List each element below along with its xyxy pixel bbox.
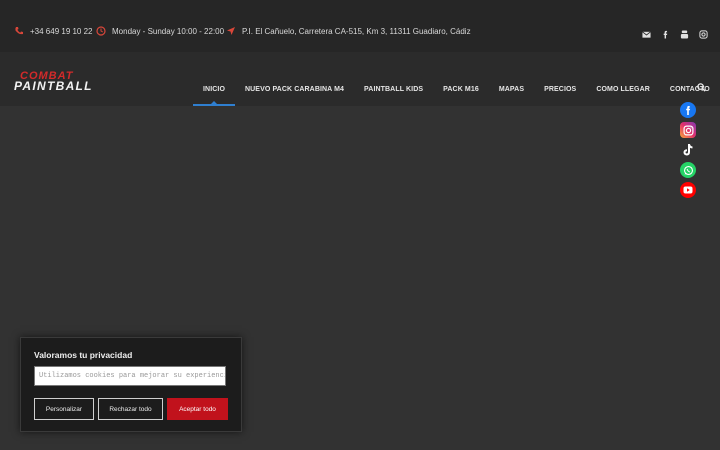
logo-text-bottom: PAINTBALL bbox=[14, 79, 93, 92]
hours-text: Monday - Sunday 10:00 - 22:00 bbox=[112, 26, 225, 36]
floating-social-bar bbox=[680, 102, 696, 198]
phone-icon bbox=[15, 27, 23, 35]
nav-item-paintball-kids[interactable]: PAINTBALL KIDS bbox=[354, 62, 433, 116]
cookie-message-field[interactable]: Utilizamos cookies para mejorar su exper… bbox=[34, 366, 226, 386]
customize-button[interactable]: Personalizar bbox=[34, 398, 94, 420]
facebook-icon[interactable] bbox=[680, 102, 696, 118]
hours-info: Monday - Sunday 10:00 - 22:00 bbox=[96, 26, 224, 36]
search-icon[interactable] bbox=[697, 83, 706, 92]
location-arrow-icon bbox=[227, 27, 235, 35]
top-bar: +34 649 19 10 22 Monday - Sunday 10:00 -… bbox=[0, 0, 720, 52]
address-text: P.I. El Cañuelo, Carretera CA-515, Km 3,… bbox=[242, 26, 471, 36]
youtube-icon[interactable] bbox=[680, 182, 696, 198]
facebook-icon[interactable] bbox=[661, 26, 670, 39]
accept-all-button[interactable]: Aceptar todo bbox=[167, 398, 228, 420]
nav-item-mapas[interactable]: MAPAS bbox=[489, 62, 534, 116]
cookie-title: Valoramos tu privacidad bbox=[34, 350, 133, 360]
phone-info[interactable]: +34 649 19 10 22 bbox=[14, 26, 93, 36]
site-logo[interactable]: COMBAT PAINTBALL bbox=[14, 68, 144, 92]
main-header: COMBAT PAINTBALL INICIO NUEVO PACK CARAB… bbox=[0, 52, 720, 106]
nav-item-como-llegar[interactable]: COMO LLEGAR bbox=[586, 62, 660, 116]
reject-all-button[interactable]: Rechazar todo bbox=[98, 398, 163, 420]
envelope-icon[interactable] bbox=[642, 26, 651, 38]
phone-text: +34 649 19 10 22 bbox=[30, 26, 93, 36]
nav-item-pack-carabina-m4[interactable]: NUEVO PACK CARABINA M4 bbox=[235, 62, 354, 116]
cookie-consent-dialog: Valoramos tu privacidad Utilizamos cooki… bbox=[20, 337, 242, 432]
address-info[interactable]: P.I. El Cañuelo, Carretera CA-515, Km 3,… bbox=[226, 26, 471, 36]
instagram-icon[interactable] bbox=[699, 26, 708, 39]
main-nav: INICIO NUEVO PACK CARABINA M4 PAINTBALL … bbox=[193, 52, 720, 106]
top-social-links bbox=[642, 26, 708, 39]
clock-icon bbox=[96, 26, 106, 36]
youtube-icon[interactable] bbox=[680, 26, 689, 39]
nav-item-pack-m16[interactable]: PACK M16 bbox=[433, 62, 489, 116]
whatsapp-icon[interactable] bbox=[680, 162, 696, 178]
tiktok-icon[interactable] bbox=[680, 142, 696, 158]
instagram-icon[interactable] bbox=[680, 122, 696, 138]
nav-item-precios[interactable]: PRECIOS bbox=[534, 62, 586, 116]
nav-item-inicio[interactable]: INICIO bbox=[193, 62, 235, 116]
